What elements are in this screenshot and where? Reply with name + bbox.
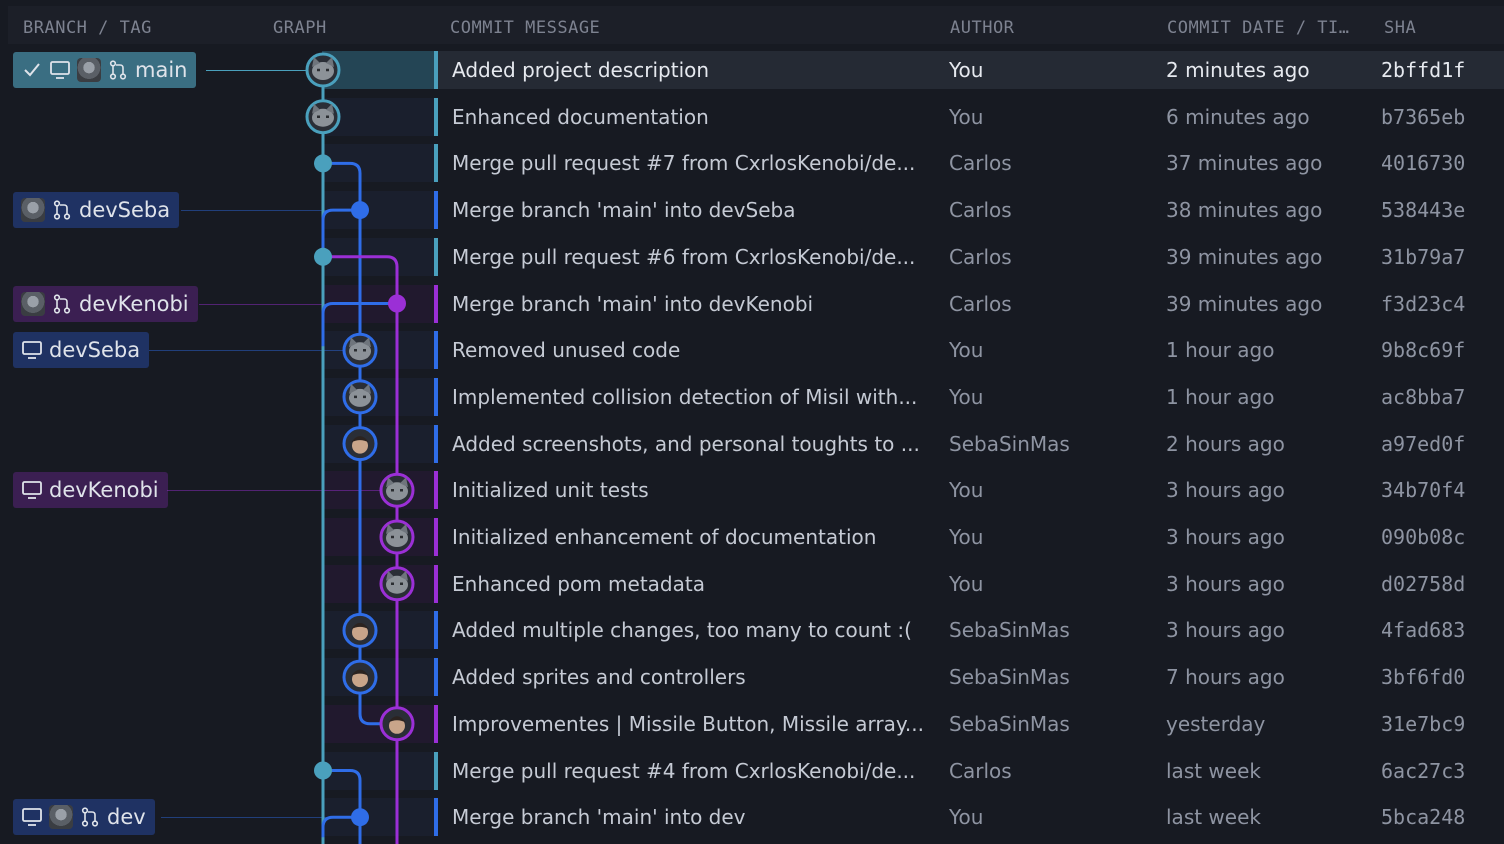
graph-lane-dev [323,769,362,844]
merge-commit-node[interactable] [351,201,369,220]
commit-avatar-node[interactable] [305,52,341,88]
merge-commit-node[interactable] [388,294,406,313]
merge-commit-node[interactable] [351,808,369,827]
commit-avatar-node[interactable] [342,612,378,648]
merge-commit-node[interactable] [314,761,332,780]
merge-commit-node[interactable] [314,247,332,266]
commit-avatar-node[interactable] [379,472,415,508]
commit-avatar-node[interactable] [305,99,341,135]
merge-commit-node[interactable] [314,154,332,173]
commit-avatar-node[interactable] [342,332,378,368]
commit-avatar-node[interactable] [379,706,415,742]
commit-avatar-node[interactable] [379,519,415,555]
commit-graph [305,52,415,844]
commit-graph-panel: BRANCH / TAG GRAPH COMMIT MESSAGE AUTHOR… [0,0,1504,844]
commit-avatar-node[interactable] [342,379,378,415]
commit-avatar-node[interactable] [342,659,378,695]
commit-avatar-node[interactable] [342,426,378,462]
commit-avatar-node[interactable] [379,566,415,602]
